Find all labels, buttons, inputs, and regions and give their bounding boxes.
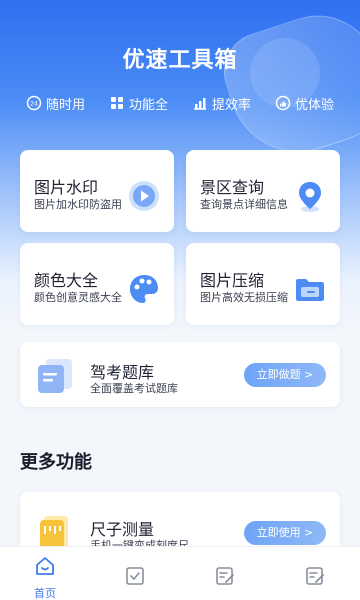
- feature-efficiency: 提效率: [192, 92, 251, 114]
- location-pin-icon: [292, 178, 328, 214]
- thumbs-up-icon: [275, 95, 291, 111]
- svg-text:24: 24: [30, 101, 38, 108]
- card-image-watermark[interactable]: 图片水印 图片加水印防盗用: [20, 150, 174, 232]
- section-title: 更多功能: [20, 452, 92, 473]
- tab-label: 首页: [34, 587, 56, 600]
- tab-profile[interactable]: [270, 547, 360, 600]
- card-driving-exam[interactable]: 驾考题库 全面覆盖考试题库 立即做题 >: [20, 342, 340, 407]
- card-title: 景区查询: [200, 178, 265, 197]
- feature-label: 提效率: [211, 97, 251, 113]
- feature-label: 随时用: [45, 97, 85, 113]
- feature-experience: 优体验: [275, 92, 334, 114]
- card-subtitle: 颜色创意灵感大全: [34, 291, 122, 304]
- card-title: 图片压缩: [200, 271, 265, 290]
- card-subtitle: 全面覆盖考试题库: [90, 382, 178, 395]
- feature-label: 功能全: [128, 97, 168, 113]
- app-title: 优速工具箱: [122, 48, 238, 73]
- card-subtitle: 图片高效无损压缩: [200, 291, 288, 304]
- card-title: 颜色大全: [34, 271, 99, 290]
- check-square-icon: [124, 565, 146, 591]
- watermark-play-icon: [126, 178, 162, 214]
- palette-icon: [126, 271, 162, 307]
- tab-tasks[interactable]: [90, 547, 180, 600]
- folder-icon: [292, 271, 328, 307]
- card-color-library[interactable]: 颜色大全 颜色创意灵感大全: [20, 243, 174, 325]
- feature-anytime: 24 随时用: [26, 92, 85, 114]
- card-scenic-search[interactable]: 景区查询 查询景点详细信息: [186, 150, 340, 232]
- bottom-tab-bar: 首页: [0, 546, 360, 600]
- tab-home[interactable]: 首页: [0, 547, 90, 600]
- grid-icon: [109, 95, 125, 111]
- card-title: 图片水印: [34, 178, 99, 197]
- card-subtitle: 图片加水印防盗用: [34, 198, 122, 211]
- feature-strip: 24 随时用 功能全 提效率 优体验: [0, 92, 360, 114]
- edit-note-icon: [304, 565, 326, 591]
- card-image-compress[interactable]: 图片压缩 图片高效无损压缩: [186, 243, 340, 325]
- clock-24-icon: 24: [26, 95, 42, 111]
- card-subtitle: 查询景点详细信息: [200, 198, 288, 211]
- feature-label: 优体验: [294, 97, 334, 113]
- document-stack-icon: [34, 356, 78, 396]
- home-icon: [34, 555, 56, 581]
- feature-complete: 功能全: [109, 92, 168, 114]
- use-now-button[interactable]: 立即使用 >: [244, 521, 326, 545]
- bar-chart-icon: [192, 95, 208, 111]
- tab-notes[interactable]: [180, 547, 270, 600]
- edit-note-icon: [214, 565, 236, 591]
- start-practice-button[interactable]: 立即做题 >: [244, 363, 326, 387]
